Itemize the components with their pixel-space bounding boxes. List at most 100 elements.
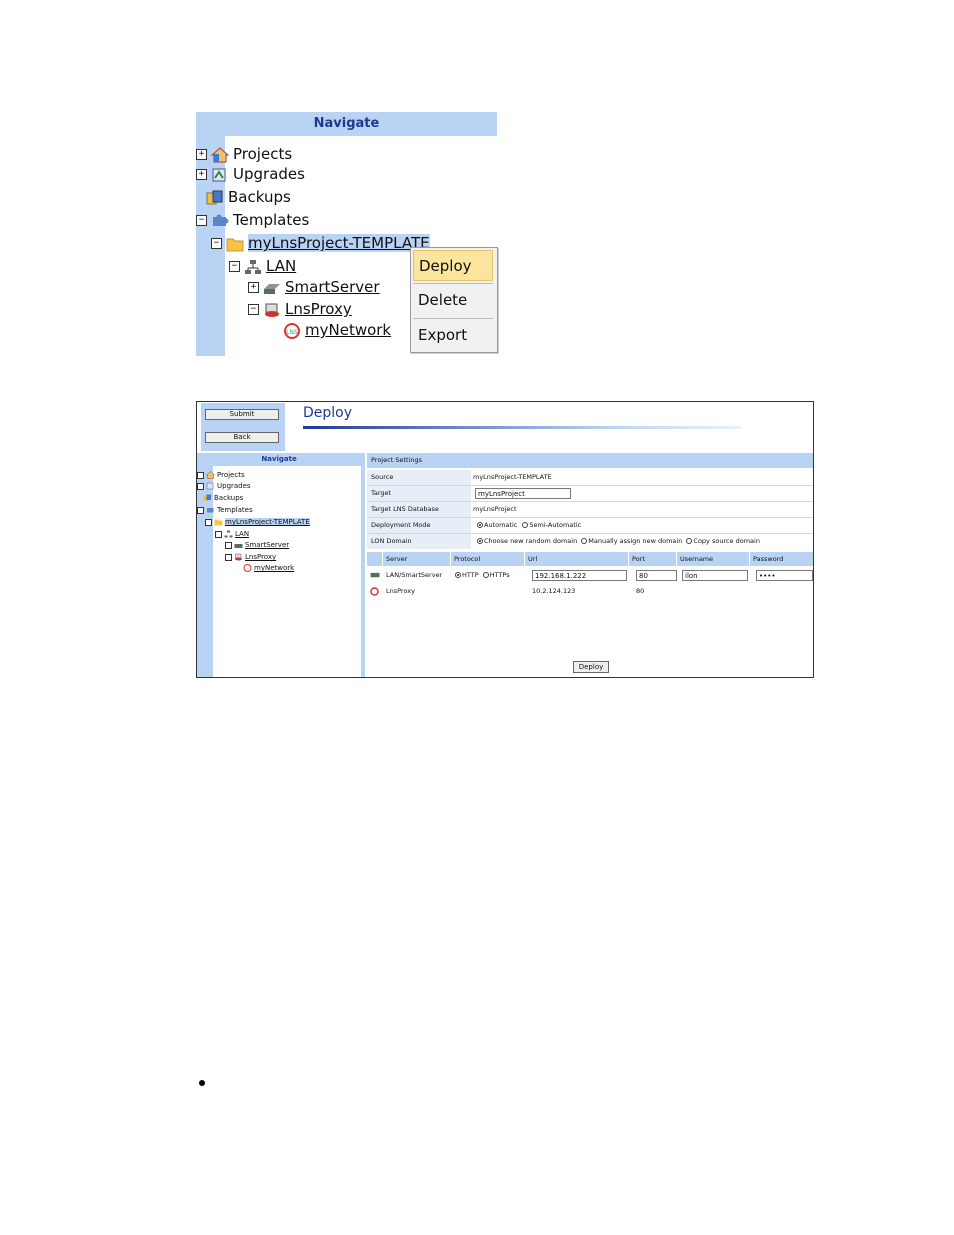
house-icon [206, 471, 215, 479]
context-menu-export[interactable]: Export [413, 320, 493, 351]
button-panel: Submit Back [201, 403, 285, 451]
back-button[interactable]: Back [205, 432, 279, 443]
target-input[interactable]: myLnsProject [475, 488, 571, 499]
puzzle-icon [213, 214, 229, 226]
folder-icon [214, 519, 223, 526]
radio-random-domain[interactable] [477, 538, 483, 544]
tree-item-backups[interactable]: Backups [206, 188, 291, 206]
tree-label: LAN [266, 257, 297, 275]
radio-semi-automatic[interactable] [522, 522, 529, 528]
tree-item-lnsproxy[interactable]: LnsProxy [225, 553, 276, 562]
tree-item-upgrades[interactable]: Upgrades [197, 482, 251, 491]
servers-table-header: Server Protocol Url Port Username Passwo… [367, 552, 813, 566]
table-row: LAN/SmartServer HTTP HTTPs 192.168.1.222… [367, 567, 813, 583]
column-header-server: Server [383, 552, 450, 566]
password-input[interactable]: •••• [756, 570, 813, 581]
radio-label: Manually assign new domain [588, 537, 683, 545]
tree-item-lnsproxy[interactable]: − LnsProxy [248, 300, 352, 318]
backup-icon [203, 494, 211, 501]
tree-label: Backups [214, 494, 244, 502]
network-icon [245, 259, 261, 274]
collapse-icon[interactable]: − [248, 304, 259, 315]
tree-item-smartserver[interactable]: SmartServer [225, 541, 289, 550]
computer-icon [265, 303, 279, 317]
deploy-mode-label: Deployment Mode [367, 518, 471, 533]
lns-network-icon [243, 564, 252, 572]
menu-divider [413, 283, 493, 284]
radio-http[interactable] [455, 572, 461, 578]
tree-item-template-project[interactable]: − myLnsProject-TEMPLATE [211, 234, 430, 252]
collapse-icon[interactable] [215, 530, 222, 538]
column-header-password: Password [750, 552, 813, 566]
computer-icon [235, 553, 242, 561]
lon-domain-options: Choose new random domain Manually assign… [477, 534, 760, 549]
tree-item-template-project[interactable]: myLnsProject-TEMPLATE [205, 518, 310, 527]
source-value: myLnsProject-TEMPLATE [473, 473, 552, 481]
network-icon [224, 530, 233, 538]
expand-icon[interactable] [225, 541, 232, 549]
collapse-icon[interactable] [225, 553, 232, 561]
tree-item-lan[interactable]: − LAN [229, 257, 296, 275]
expand-icon[interactable] [197, 482, 204, 490]
tree-item-upgrades[interactable]: + Upgrades [196, 165, 305, 183]
page-title: Deploy [303, 405, 353, 421]
tree-item-lan[interactable]: LAN [215, 530, 249, 539]
tree-label: myLnsProject-TEMPLATE [248, 234, 430, 252]
collapse-icon[interactable] [205, 518, 212, 526]
tree-item-templates[interactable]: Templates [197, 506, 253, 515]
tree-item-mynetwork[interactable]: LNS myNetwork [283, 321, 391, 339]
collapse-icon[interactable]: − [229, 261, 240, 272]
collapse-icon[interactable] [197, 506, 204, 514]
context-menu-delete[interactable]: Delete [413, 285, 493, 316]
project-settings-header-row: Project Settings [367, 453, 813, 468]
radio-automatic[interactable] [477, 522, 483, 528]
table-row: LnsProxy 10.2.124.123 80 [367, 584, 813, 599]
tree-item-templates[interactable]: − Templates [196, 211, 309, 229]
radio-label: Semi-Automatic [529, 521, 582, 529]
collapse-icon[interactable]: − [196, 215, 207, 226]
context-menu-deploy[interactable]: Deploy [413, 250, 493, 281]
navigate-header: Navigate [197, 453, 361, 466]
server-device-icon [234, 544, 243, 548]
column-header-icon [367, 552, 382, 566]
tree-label: Backups [228, 188, 291, 206]
tree-item-projects[interactable]: Projects [197, 471, 245, 480]
collapse-icon[interactable]: − [211, 238, 222, 249]
navigate-header: Navigate [196, 112, 497, 136]
tree-label: myLnsProject-TEMPLATE [225, 518, 310, 526]
tree-item-backups[interactable]: Backups [203, 494, 243, 503]
column-header-url: Url [525, 552, 628, 566]
tree-label: SmartServer [285, 278, 380, 296]
server-name: LnsProxy [386, 587, 415, 595]
tree-label: myNetwork [254, 564, 295, 572]
tree-item-mynetwork[interactable]: myNetwork [243, 564, 294, 573]
column-header-port: Port [629, 552, 676, 566]
tree-label: LAN [235, 530, 250, 538]
lns-network-icon: LNS [284, 322, 300, 339]
column-header-username: Username [677, 552, 749, 566]
backup-icon [206, 190, 223, 204]
deploy-button[interactable]: Deploy [573, 661, 609, 673]
radio-https[interactable] [482, 572, 489, 578]
tree-label: Projects [217, 471, 245, 479]
tree-label: LnsProxy [245, 553, 277, 561]
url-input[interactable]: 192.168.1.222 [532, 570, 627, 581]
username-input[interactable]: ilon [682, 570, 748, 581]
radio-copy-domain[interactable] [686, 538, 693, 544]
expand-icon[interactable]: + [196, 149, 207, 160]
tree-label: Templates [233, 211, 310, 229]
title-underline [303, 426, 741, 429]
submit-button[interactable]: Submit [205, 409, 279, 420]
tree-item-projects[interactable]: + Projects [196, 145, 292, 163]
port-input[interactable]: 80 [636, 570, 677, 581]
tree-label: Upgrades [233, 165, 305, 183]
expand-icon[interactable]: + [196, 169, 207, 180]
expand-icon[interactable] [197, 471, 204, 479]
expand-icon[interactable]: + [248, 282, 259, 293]
url-value: 10.2.124.123 [532, 587, 576, 595]
radio-label: Copy source domain [693, 537, 760, 545]
radio-manual-domain[interactable] [581, 538, 588, 544]
folder-icon [226, 238, 244, 251]
menu-divider [413, 318, 493, 319]
tree-item-smartserver[interactable]: + SmartServer [248, 278, 380, 296]
